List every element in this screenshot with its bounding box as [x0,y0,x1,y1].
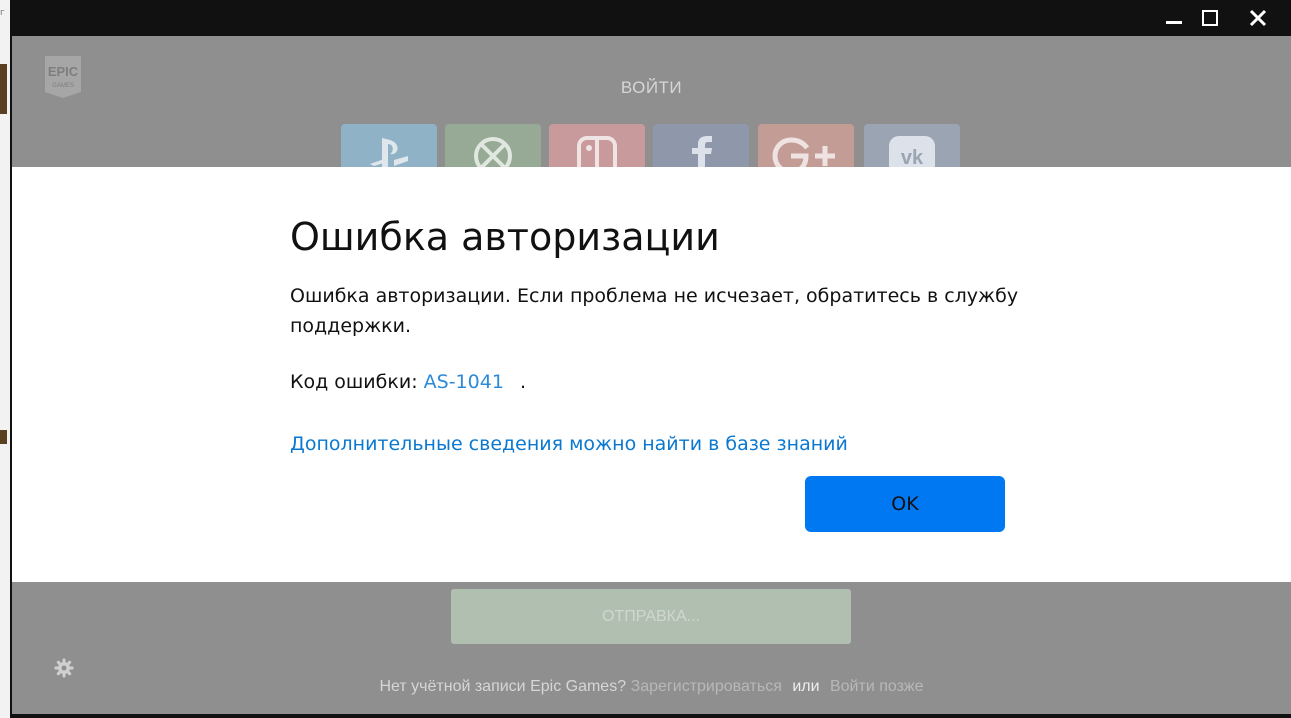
background-text: г [0,8,5,18]
svg-text:vk: vk [901,147,924,169]
error-code-suffix: . [519,371,527,393]
dialog-title: Ошибка авторизации [290,215,720,259]
maximize-button[interactable] [1192,3,1228,33]
close-icon [1249,9,1267,27]
title-bar [10,0,1291,36]
minimize-button[interactable] [1156,3,1192,33]
login-later-link[interactable]: Войти позже [830,678,924,695]
background-image-fragment [0,64,7,114]
login-title: ВОЙТИ [620,78,683,97]
minimize-icon [1166,21,1182,24]
close-button[interactable] [1240,3,1276,33]
logo-text-top: EPIC [48,64,79,79]
dialog-message: Ошибка авторизации. Если проблема не исч… [290,285,1019,337]
knowledge-base-link[interactable]: Дополнительные сведения можно найти в ба… [290,433,848,455]
error-code-line: Код ошибки: AS-1041 . [290,371,526,393]
error-dialog: Ошибка авторизации Ошибка авторизации. Е… [12,167,1291,582]
ok-button[interactable]: OK [805,476,1005,532]
no-account-text: Нет учётной записи Epic Games? [379,678,627,695]
launcher-window: EPIC GAMES ВОЙТИ vk Ошибка авторизации О… [10,0,1291,718]
login-screen: EPIC GAMES ВОЙТИ vk Ошибка авторизации О… [12,36,1291,714]
maximize-icon [1202,10,1218,26]
gear-icon[interactable] [54,658,74,678]
error-code-label: Код ошибки: [290,371,418,393]
or-text: или [792,678,820,695]
footer: Нет учётной записи Epic Games? Зарегистр… [12,678,1291,696]
submit-button[interactable]: ОТПРАВКА... [451,589,851,644]
register-link[interactable]: Зарегистрироваться [631,678,782,695]
error-code-link[interactable]: AS-1041 [424,371,504,393]
background-image-fragment [0,430,7,444]
